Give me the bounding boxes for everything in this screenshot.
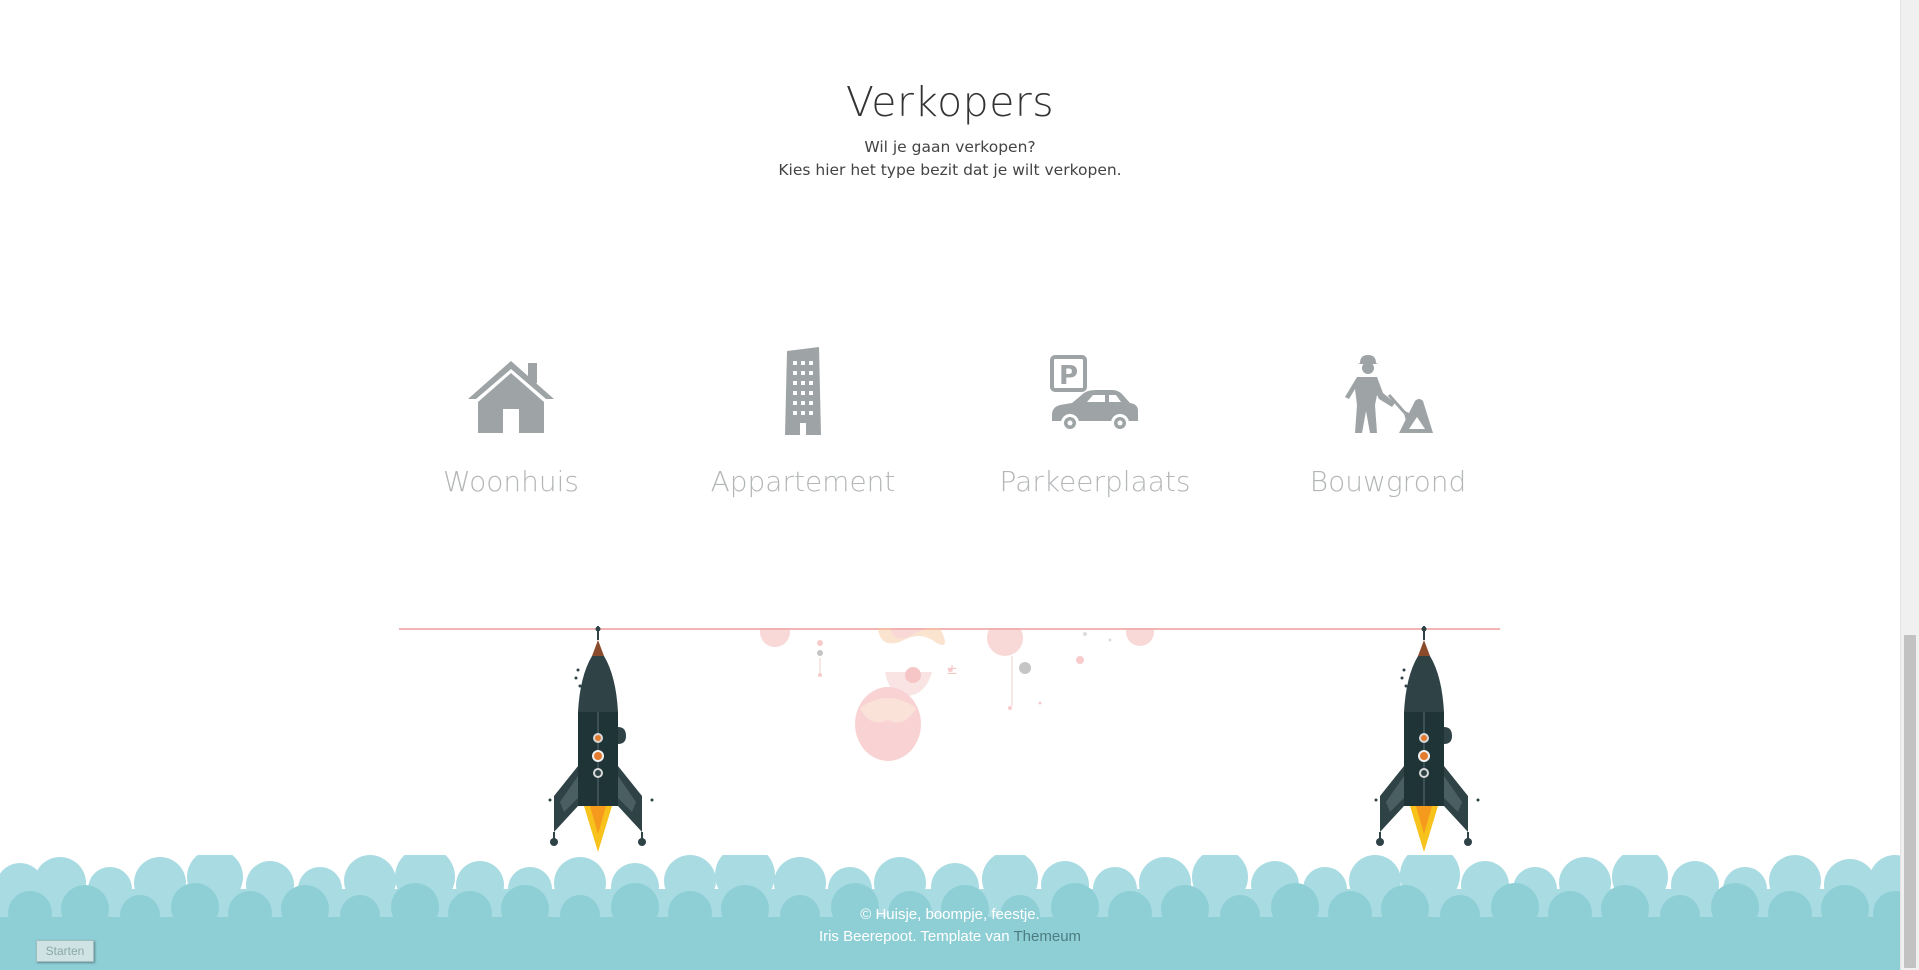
parking-car-icon: P <box>1050 355 1138 432</box>
svg-text:P: P <box>1059 361 1078 391</box>
footer-copyright: © Huisje, boompje, feestje. <box>860 906 1040 923</box>
category-appartement[interactable]: Appartement <box>688 340 918 498</box>
category-label: Appartement <box>710 465 896 498</box>
rocket-right-icon <box>1374 626 1480 852</box>
footer-credit-text: Iris Beerepoot. Template van <box>818 928 1010 945</box>
category-parkeerplaats[interactable]: P Parkeerplaats <box>980 340 1210 498</box>
construction-worker-icon <box>1345 355 1433 433</box>
category-bouwgrond[interactable]: Bouwgrond <box>1273 340 1503 498</box>
category-label: Woonhuis <box>443 465 579 498</box>
svg-text:±: ± <box>946 662 958 678</box>
footer-credit: Iris Beerepoot. Template van Themeum <box>0 928 1900 945</box>
rocket-left-icon <box>548 626 654 852</box>
section-subtitle-line1: Wil je gaan verkopen? <box>864 138 1036 156</box>
category-label: Bouwgrond <box>1309 465 1467 498</box>
scrollbar-thumb[interactable] <box>1904 635 1916 968</box>
start-button[interactable]: Starten <box>36 940 94 962</box>
balloon-decoration-icon: ± <box>760 628 1154 761</box>
vertical-scrollbar[interactable] <box>1900 0 1919 970</box>
themeum-link[interactable]: Themeum <box>1014 928 1082 945</box>
category-woonhuis[interactable]: Woonhuis <box>396 340 626 498</box>
house-icon <box>468 361 554 433</box>
category-label: Parkeerplaats <box>999 465 1191 498</box>
page: Verkopers Wil je gaan verkopen? Kies hie… <box>0 0 1900 970</box>
apartment-building-icon <box>785 347 821 435</box>
section-title: Verkopers <box>845 78 1055 126</box>
section-subtitle-line2: Kies hier het type bezit dat je wilt ver… <box>778 161 1122 179</box>
